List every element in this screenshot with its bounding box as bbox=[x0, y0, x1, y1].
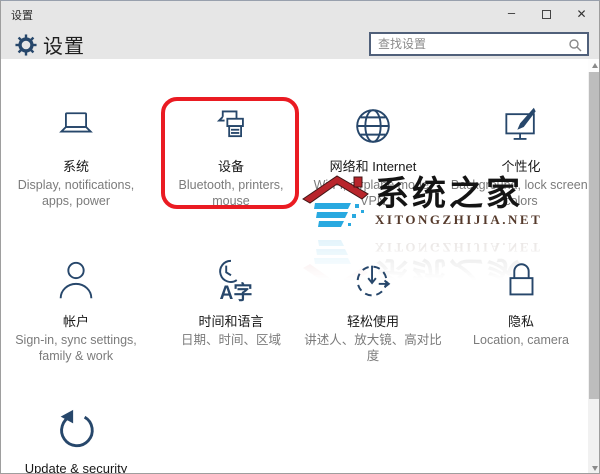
tile-title: 设备 bbox=[217, 159, 244, 174]
titlebar[interactable]: 设置 – ✕ bbox=[1, 1, 599, 27]
globe-icon bbox=[293, 101, 453, 149]
tile-accounts[interactable]: 帐户 Sign-in, sync settings, family & work bbox=[1, 256, 156, 364]
tile-title: 个性化 bbox=[501, 159, 541, 174]
dashed-circle-arrow-icon bbox=[293, 256, 453, 304]
tile-title: 隐私 bbox=[507, 314, 534, 329]
tile-subtitle: Display, notifications, apps, power bbox=[17, 178, 135, 208]
search-box bbox=[369, 32, 589, 56]
clock-language-icon: A字 bbox=[151, 256, 311, 304]
tile-title: Update & security bbox=[24, 461, 128, 474]
minimize-icon: – bbox=[507, 4, 516, 20]
svg-text:A字: A字 bbox=[220, 281, 253, 304]
tile-title: 系统 bbox=[62, 159, 89, 174]
tile-system[interactable]: 系统 Display, notifications, apps, power bbox=[1, 101, 156, 209]
tile-subtitle: 讲述人、放大镜、高对比度 bbox=[304, 333, 442, 363]
tile-title: 网络和 Internet bbox=[329, 159, 417, 174]
scroll-up-button[interactable] bbox=[588, 59, 599, 72]
chevron-up-icon bbox=[591, 63, 598, 68]
tile-subtitle: Sign-in, sync settings, family & work bbox=[15, 333, 137, 363]
watermark-en-text: XITONGZHIJIA.NET bbox=[375, 211, 543, 227]
monitor-brush-icon bbox=[441, 101, 599, 149]
gear-icon bbox=[15, 34, 37, 61]
search-icon[interactable] bbox=[568, 38, 582, 57]
tile-time-language[interactable]: A字 时间和语言 日期、时间、区域 bbox=[151, 256, 311, 348]
page-title: 设置 bbox=[43, 36, 85, 58]
tile-network[interactable]: 网络和 Internet Wi-Fi, airplane mode, VPN bbox=[293, 101, 453, 209]
tile-subtitle: Location, camera bbox=[473, 333, 569, 347]
lock-icon bbox=[441, 256, 599, 304]
refresh-arrow-icon bbox=[1, 406, 156, 454]
tile-title: 时间和语言 bbox=[198, 314, 264, 329]
window-controls: – ✕ bbox=[494, 1, 599, 27]
close-icon: ✕ bbox=[576, 7, 587, 21]
tile-devices[interactable]: 设备 Bluetooth, printers, mouse bbox=[151, 101, 311, 209]
tile-title: 帐户 bbox=[62, 314, 89, 329]
settings-content: 系统 Display, notifications, apps, power 设… bbox=[1, 59, 599, 474]
person-icon bbox=[1, 256, 156, 304]
minimize-button[interactable]: – bbox=[494, 1, 529, 27]
search-input[interactable] bbox=[371, 34, 587, 54]
tile-subtitle: 日期、时间、区域 bbox=[180, 333, 281, 347]
printer-devices-icon bbox=[151, 101, 311, 149]
scroll-down-button[interactable] bbox=[588, 462, 599, 473]
laptop-icon bbox=[1, 101, 156, 149]
scrollbar bbox=[588, 59, 599, 473]
tile-update-security[interactable]: Update & security Windows Update bbox=[1, 406, 156, 474]
settings-window: 设置 – ✕ 设置 查找设置 系统 Display, notifications… bbox=[0, 0, 600, 474]
titlebar-title: 设置 bbox=[11, 10, 33, 22]
chevron-down-icon bbox=[591, 466, 598, 471]
maximize-button[interactable] bbox=[529, 1, 564, 27]
tile-personalization[interactable]: 个性化 Background, lock screen, colors bbox=[441, 101, 599, 209]
tile-subtitle: Bluetooth, printers, mouse bbox=[178, 178, 284, 208]
tile-subtitle: Background, lock screen, colors bbox=[450, 178, 592, 208]
tile-subtitle: Wi-Fi, airplane mode, VPN bbox=[313, 178, 433, 208]
tile-ease-of-access[interactable]: 轻松使用 讲述人、放大镜、高对比度 bbox=[293, 256, 453, 364]
window-chrome: 设置 – ✕ 设置 bbox=[1, 1, 599, 59]
tile-privacy[interactable]: 隐私 Location, camera bbox=[441, 256, 599, 348]
maximize-icon bbox=[542, 9, 551, 19]
tile-title: 轻松使用 bbox=[346, 314, 399, 329]
scrollbar-thumb[interactable] bbox=[589, 72, 599, 399]
close-button[interactable]: ✕ bbox=[564, 1, 599, 27]
